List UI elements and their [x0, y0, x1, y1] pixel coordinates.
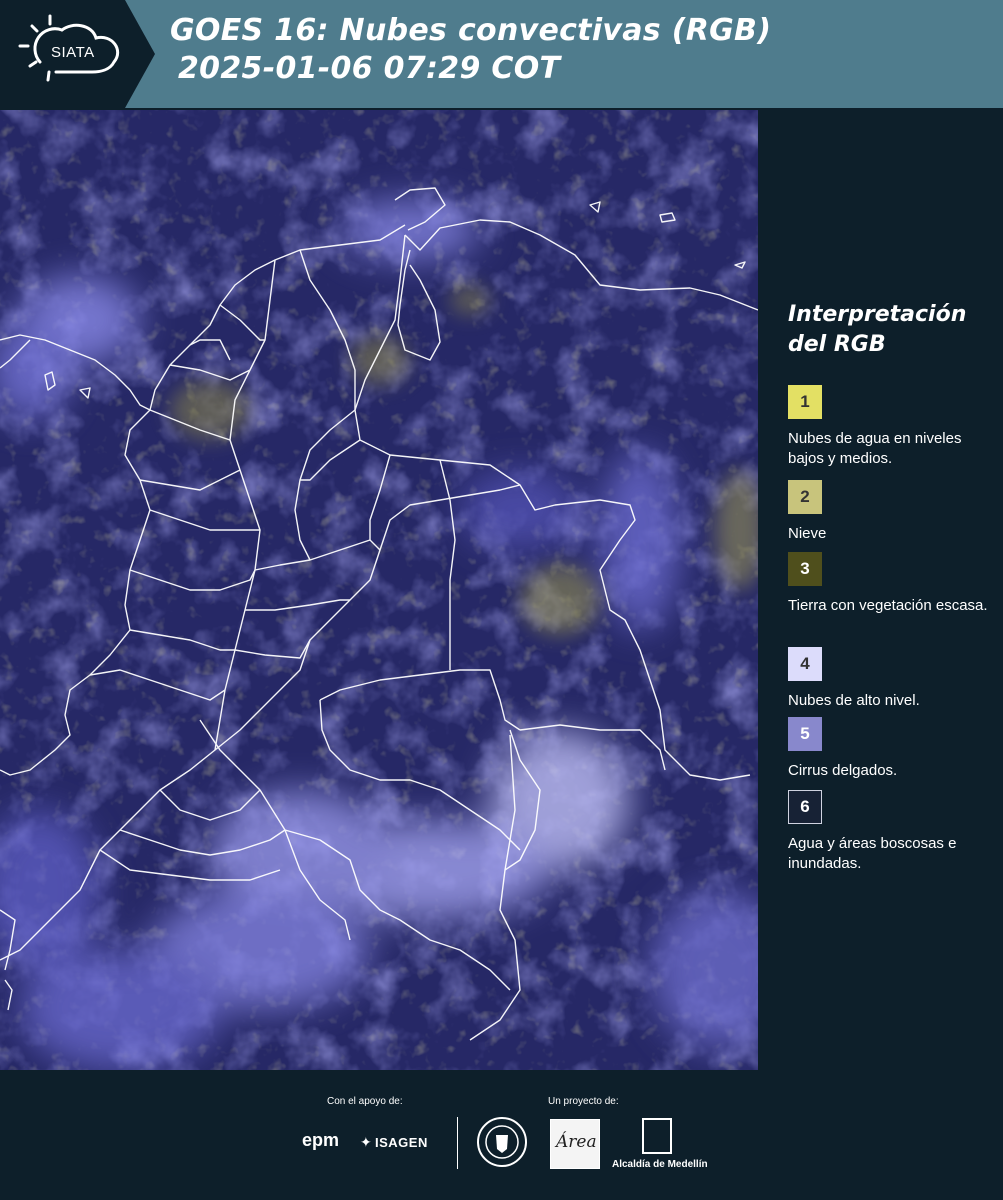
legend-label: Nubes de agua en niveles bajos y medios.: [788, 430, 962, 467]
legend-item: 1 Nubes de agua en niveles bajos y medios…: [788, 385, 998, 469]
legend-label: Nubes de alto nivel.: [788, 692, 920, 709]
alcaldia-shield-icon: [642, 1118, 672, 1154]
title-line-2: 2025-01-06 07:29 COT: [178, 51, 561, 86]
support-label: Con el apoyo de:: [327, 1096, 403, 1107]
legend-swatch: 3: [788, 552, 822, 586]
rgb-map-image: [0, 110, 758, 1070]
logo-text: SIATA: [51, 44, 95, 61]
project-label: Un proyecto de:: [548, 1096, 619, 1107]
medellin-seal-icon: [477, 1117, 527, 1167]
isagen-logo: ISAGEN: [375, 1135, 428, 1150]
legend-label: Cirrus delgados.: [788, 762, 898, 779]
legend-label: Agua y áreas boscosas e inundadas.: [788, 835, 957, 872]
legend-swatch: 2: [788, 480, 822, 514]
legend-label: Nieve: [788, 525, 827, 542]
legend-label: Tierra con vegetación escasa.: [788, 597, 988, 614]
legend-title: Interpretación del RGB: [788, 302, 967, 357]
legend-item: 2 Nieve: [788, 480, 998, 544]
footer-divider: [457, 1117, 458, 1169]
satellite-map[interactable]: [0, 110, 758, 1070]
legend-item: 5 Cirrus delgados.: [788, 717, 998, 781]
legend-item: 3 Tierra con vegetación escasa.: [788, 552, 998, 616]
header-bar: SIATA GOES 16: Nubes convectivas (RGB) 2…: [0, 0, 1003, 108]
epm-logo: epm: [302, 1130, 340, 1150]
page-title: GOES 16: Nubes convectivas (RGB) 2025-01…: [170, 12, 771, 88]
legend-swatch: 1: [788, 385, 822, 419]
area-logo-text: Área: [556, 1132, 597, 1152]
legend-item: 4 Nubes de alto nivel.: [788, 647, 998, 711]
legend-swatch: 5: [788, 717, 822, 751]
legend-item: 6 Agua y áreas boscosas e inundadas.: [788, 790, 998, 874]
legend-swatch: 6: [788, 790, 822, 824]
legend-panel: Interpretación del RGB 1 Nubes de agua en…: [760, 110, 1003, 1070]
alcaldia-logo-text: Alcaldía de Medellín: [612, 1159, 708, 1170]
legend-swatch: 4: [788, 647, 822, 681]
isagen-icon: ✦: [360, 1134, 372, 1150]
title-line-1: GOES 16: Nubes convectivas (RGB): [170, 13, 772, 48]
siata-logo: SIATA: [0, 0, 155, 108]
footer: Con el apoyo de: Un proyecto de: epm ✦ I…: [0, 1070, 1003, 1200]
